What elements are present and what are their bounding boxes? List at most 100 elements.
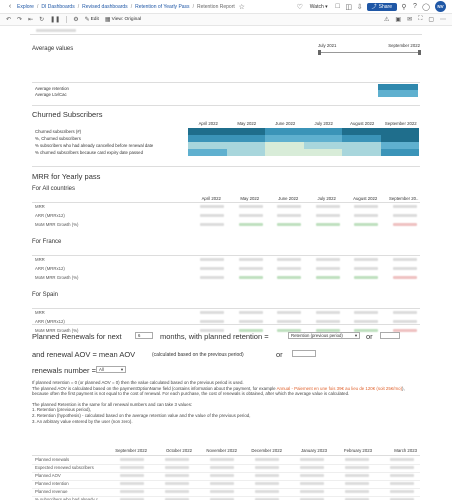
mrr-group-title: For France bbox=[32, 239, 62, 245]
download-icon[interactable]: ⇩ bbox=[356, 3, 364, 11]
value-cell bbox=[392, 311, 417, 314]
value-cell bbox=[300, 482, 324, 485]
forecast-row-label: Planned retention bbox=[35, 481, 69, 486]
slider-start-handle[interactable] bbox=[318, 50, 321, 55]
breadcrumb-explore[interactable]: Explore bbox=[17, 4, 34, 10]
heat-cell bbox=[342, 135, 381, 142]
renewals-number-dropdown[interactable]: All ▾ bbox=[96, 366, 126, 373]
heat-cell bbox=[226, 135, 265, 142]
search-icon[interactable]: ⚲ bbox=[400, 3, 408, 11]
heat-cell bbox=[188, 149, 227, 156]
value-cell bbox=[354, 258, 378, 261]
value-cell bbox=[120, 466, 144, 469]
metrics-icon[interactable]: ▣ bbox=[395, 16, 401, 23]
watch-button[interactable]: Watch ▾ bbox=[307, 3, 331, 11]
favorite-star-icon[interactable]: ☆ bbox=[238, 3, 246, 11]
fullscreen-icon[interactable]: ⛶ bbox=[418, 16, 422, 23]
value-cell bbox=[200, 223, 224, 226]
heat-cell bbox=[380, 135, 419, 142]
mrr-row-label: ARR (MRRx12) bbox=[35, 266, 65, 271]
view-button[interactable]: ▦ View: Original bbox=[105, 16, 141, 23]
note-2a: The planned AOV is calculated based on t… bbox=[32, 385, 276, 391]
value-cell bbox=[277, 214, 301, 217]
heat-cell bbox=[188, 135, 227, 142]
planned-line2-a: and renewal AOV = mean AOV bbox=[32, 350, 136, 359]
edit-button[interactable]: ✎ Edit bbox=[85, 16, 99, 23]
planned-line3-a: renewals number = bbox=[32, 366, 96, 375]
churned-title: Churned Subscribers bbox=[32, 110, 103, 119]
divider bbox=[32, 82, 420, 83]
value-cell bbox=[165, 458, 189, 461]
notifications-icon[interactable]: ◯ bbox=[422, 3, 430, 11]
value-cell bbox=[345, 490, 369, 493]
forecast-month-header: September 2022 bbox=[115, 448, 147, 453]
user-avatar[interactable]: NV bbox=[435, 1, 446, 12]
date-range-slider[interactable] bbox=[318, 52, 420, 53]
breadcrumb-separator: / bbox=[130, 3, 133, 10]
share-button[interactable]: ⤴ Share bbox=[366, 2, 397, 11]
value-cell bbox=[390, 466, 414, 469]
aov-input[interactable] bbox=[292, 350, 316, 357]
back-arrow-icon[interactable]: ‹ bbox=[6, 3, 14, 11]
undo-icon[interactable]: ↶ bbox=[6, 16, 11, 23]
value-cell bbox=[277, 205, 301, 208]
subscribe-icon[interactable]: ✉ bbox=[407, 16, 412, 23]
view-label: View: Original bbox=[111, 17, 142, 22]
value-cell bbox=[315, 258, 340, 261]
breadcrumb-retention-yearly-pass[interactable]: Retention of Yearly Pass bbox=[135, 4, 189, 10]
divider bbox=[32, 308, 420, 309]
value-cell bbox=[392, 267, 417, 270]
planned-line1-b: months, with planned retention = bbox=[160, 332, 269, 341]
slider-end-handle[interactable] bbox=[418, 50, 421, 55]
edit-label: Edit bbox=[90, 17, 99, 22]
retention-dropdown[interactable]: Retention (previous period) ▾ bbox=[288, 332, 360, 339]
value-cell bbox=[392, 258, 417, 261]
value-cell bbox=[300, 474, 324, 477]
planned-line2-b: (calculated based on the previous period… bbox=[152, 352, 244, 358]
or-label: or bbox=[366, 332, 373, 341]
value-cell bbox=[255, 490, 279, 493]
share-label: Share bbox=[378, 3, 392, 10]
chevron-down-icon: ▾ bbox=[354, 333, 357, 338]
refresh-icon[interactable]: ↻ bbox=[39, 16, 44, 23]
value-cell bbox=[277, 311, 301, 314]
favorite-icon[interactable]: ♡ bbox=[296, 3, 304, 11]
data-guide-icon[interactable]: ⚙ bbox=[73, 16, 78, 23]
value-cell bbox=[315, 320, 340, 323]
breadcrumb-di-dashboards[interactable]: DI Dashboards bbox=[41, 4, 74, 10]
value-cell bbox=[120, 474, 144, 477]
breadcrumb-separator: / bbox=[36, 3, 39, 10]
comments-icon[interactable]: ▢ bbox=[428, 16, 434, 23]
value-cell bbox=[238, 223, 263, 226]
month-header: July 2022 bbox=[317, 196, 336, 201]
help-icon[interactable]: ? bbox=[411, 3, 419, 11]
value-cell bbox=[210, 482, 234, 485]
heat-cell bbox=[265, 128, 304, 135]
revert-icon[interactable]: ⇤ bbox=[28, 16, 33, 23]
pause-icon[interactable]: ❚❚ bbox=[50, 16, 60, 23]
data-icon[interactable]: ◫ bbox=[345, 3, 353, 11]
forecast-row-label: Planned AOV bbox=[35, 473, 61, 478]
value-cell bbox=[200, 267, 224, 270]
breadcrumb-revised-dashboards[interactable]: Revised dashboards bbox=[82, 4, 128, 10]
alerts-icon[interactable]: ⚠ bbox=[384, 16, 389, 23]
heat-cell bbox=[303, 128, 342, 135]
value-cell bbox=[354, 276, 378, 279]
chevron-down-icon: ▾ bbox=[120, 367, 123, 372]
months-input[interactable]: 6 bbox=[135, 332, 153, 339]
value-cell bbox=[165, 490, 189, 493]
value-cell bbox=[200, 320, 224, 323]
value-cell bbox=[345, 482, 369, 485]
forecast-month-header: December 2022 bbox=[251, 448, 282, 453]
value-cell bbox=[210, 474, 234, 477]
more-icon[interactable]: ⋯ bbox=[440, 16, 446, 23]
retention-input[interactable] bbox=[380, 332, 400, 339]
value-cell bbox=[354, 267, 378, 270]
redo-icon[interactable]: ↷ bbox=[17, 16, 22, 23]
value-cell bbox=[300, 490, 324, 493]
month-header: May 2022 bbox=[240, 196, 260, 201]
value-cell bbox=[345, 458, 369, 461]
comment-icon[interactable]: □ bbox=[334, 3, 342, 11]
value-cell bbox=[354, 223, 378, 226]
value-cell bbox=[354, 214, 378, 217]
